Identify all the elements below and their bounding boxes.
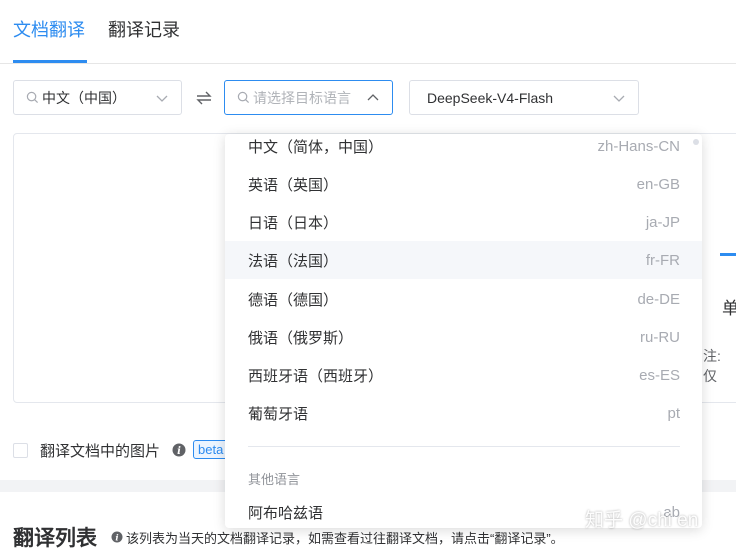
translation-list-title: 翻译列表 — [13, 527, 97, 550]
dropdown-group-label: 其他语言 — [248, 472, 301, 487]
translation-list-note: 该列表为当天的文档翻译记录，如需查看过往翻译文档，请点击“翻译记录”。 — [126, 531, 564, 546]
source-language-select[interactable]: 中文（中国） — [13, 80, 182, 115]
language-option[interactable]: 西班牙语（西班牙） es-ES — [225, 356, 702, 394]
info-icon[interactable]: i — [172, 443, 186, 457]
watermark: 知乎 @chi en — [585, 510, 699, 531]
tab-translation-history[interactable]: 翻译记录 — [108, 16, 180, 42]
dropdown-group-divider — [248, 446, 680, 447]
language-name: 阿布哈兹语 — [248, 504, 324, 522]
language-option[interactable]: 英语（英国） en-GB — [225, 165, 702, 203]
language-option[interactable]: 中文（简体，中国） zh-Hans-CN — [225, 134, 702, 165]
search-icon — [25, 90, 40, 105]
language-name: 日语（日本） — [248, 214, 339, 232]
panel-partial-text: 单 — [722, 299, 736, 318]
dropdown-scrollbar[interactable] — [693, 139, 699, 145]
language-option[interactable]: 德语（德国） de-DE — [225, 280, 702, 318]
language-option[interactable]: 俄语（俄罗斯） ru-RU — [225, 318, 702, 356]
target-language-dropdown[interactable]: 中文（简体，中国） zh-Hans-CN 英语（英国） en-GB 日语（日本）… — [225, 134, 702, 528]
language-code: es-ES — [639, 366, 680, 384]
language-code: zh-Hans-CN — [597, 137, 680, 155]
swap-icon[interactable] — [195, 90, 213, 106]
language-option[interactable]: 葡萄牙语 pt — [225, 394, 702, 432]
language-name: 法语（法国） — [248, 252, 339, 270]
svg-text:i: i — [115, 534, 118, 544]
language-code: ja-JP — [645, 213, 680, 231]
translate-images-checkbox[interactable] — [13, 443, 28, 458]
info-icon: i — [111, 530, 123, 544]
svg-text:i: i — [177, 446, 181, 457]
language-code: fr-FR — [645, 251, 680, 269]
tab-document-translation[interactable]: 文档翻译 — [13, 16, 85, 42]
tabs-divider — [0, 63, 736, 64]
source-language-value: 中文（中国） — [42, 89, 126, 106]
language-name: 中文（简体，中国） — [248, 138, 384, 156]
language-name: 西班牙语（西班牙） — [248, 367, 384, 385]
language-name: 俄语（俄罗斯） — [248, 329, 354, 347]
chevron-up-icon — [366, 91, 380, 105]
target-language-select[interactable]: 请选择目标语言 — [224, 80, 393, 115]
panel-partial-note: 注: 仅 — [703, 348, 721, 384]
language-code: ru-RU — [640, 328, 680, 346]
language-name: 德语（德国） — [248, 291, 339, 309]
chevron-down-icon — [155, 91, 169, 105]
panel-accent-bar — [720, 253, 736, 256]
language-option[interactable]: 日语（日本） ja-JP — [225, 203, 702, 241]
language-option-hovered[interactable]: 法语（法国） fr-FR — [225, 241, 702, 279]
language-code: en-GB — [636, 175, 680, 193]
language-code: de-DE — [637, 290, 680, 308]
target-language-placeholder: 请选择目标语言 — [253, 89, 351, 106]
model-select[interactable]: DeepSeek-V4-Flash — [409, 80, 639, 115]
language-code: pt — [667, 404, 680, 422]
search-icon — [236, 90, 251, 105]
translate-images-label[interactable]: 翻译文档中的图片 — [40, 440, 160, 461]
language-name: 葡萄牙语 — [248, 405, 309, 423]
chevron-down-icon — [612, 91, 626, 105]
model-value: DeepSeek-V4-Flash — [427, 89, 554, 106]
beta-badge: beta — [193, 440, 229, 459]
language-name: 英语（英国） — [248, 176, 339, 194]
